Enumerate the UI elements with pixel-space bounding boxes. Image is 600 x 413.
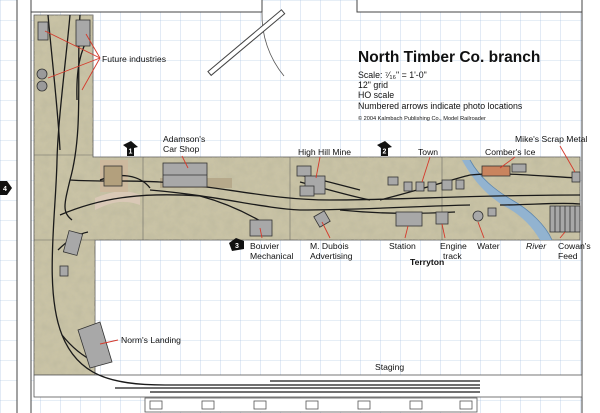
arrows-note: Numbered arrows indicate photo locations — [358, 100, 523, 111]
layout-plan: 1 2 3 4 North Timber Co. branch Scale: ⁷… — [0, 0, 600, 413]
label-future-industries: Future industries — [102, 54, 167, 64]
label-engine: Engine — [440, 241, 467, 251]
label-m-dubois: M. Dubois — [310, 241, 349, 251]
plan-notes: Scale: ⁷⁄₁₆" = 1'-0" 12" grid HO scale N… — [358, 70, 522, 124]
photo-arrow-4-number: 4 — [3, 186, 7, 193]
label-adamsons: Adamson's — [163, 134, 206, 144]
label-station: Station — [389, 241, 416, 251]
grid-note: 12" grid — [358, 80, 389, 91]
label-river: River — [526, 241, 547, 251]
label-staging: Staging — [375, 362, 405, 372]
label-combers-ice: Comber's Ice — [485, 147, 536, 157]
photo-arrow-2-number: 2 — [383, 149, 387, 156]
copyright-note: © 2004 Kalmbach Publishing Co., Model Ra… — [358, 115, 486, 122]
label-terryton: Terryton — [410, 257, 445, 267]
label-high-hill-mine: High Hill Mine — [298, 147, 352, 157]
label-mechanical: Mechanical — [250, 251, 294, 261]
label-car-shop: Car Shop — [163, 144, 200, 154]
ho-scale-note: HO scale — [358, 90, 395, 101]
label-norms-landing: Norm's Landing — [121, 335, 181, 345]
label-mikes-scrap-metal: Mike's Scrap Metal — [515, 134, 588, 144]
label-advertising: Advertising — [310, 251, 353, 261]
label-town: Town — [418, 147, 439, 157]
label-cowans: Cowan's — [558, 241, 591, 251]
photo-arrow-3-number: 3 — [235, 243, 239, 250]
photo-arrow-1-number: 1 — [129, 149, 133, 156]
scale-note: Scale: ⁷⁄₁₆" = 1'-0" — [358, 70, 427, 80]
label-bouvier: Bouvier — [250, 241, 280, 251]
label-feed: Feed — [558, 251, 578, 261]
label-track: track — [443, 251, 462, 261]
plan-title: North Timber Co. branch — [358, 49, 541, 66]
label-water: Water — [477, 241, 500, 251]
